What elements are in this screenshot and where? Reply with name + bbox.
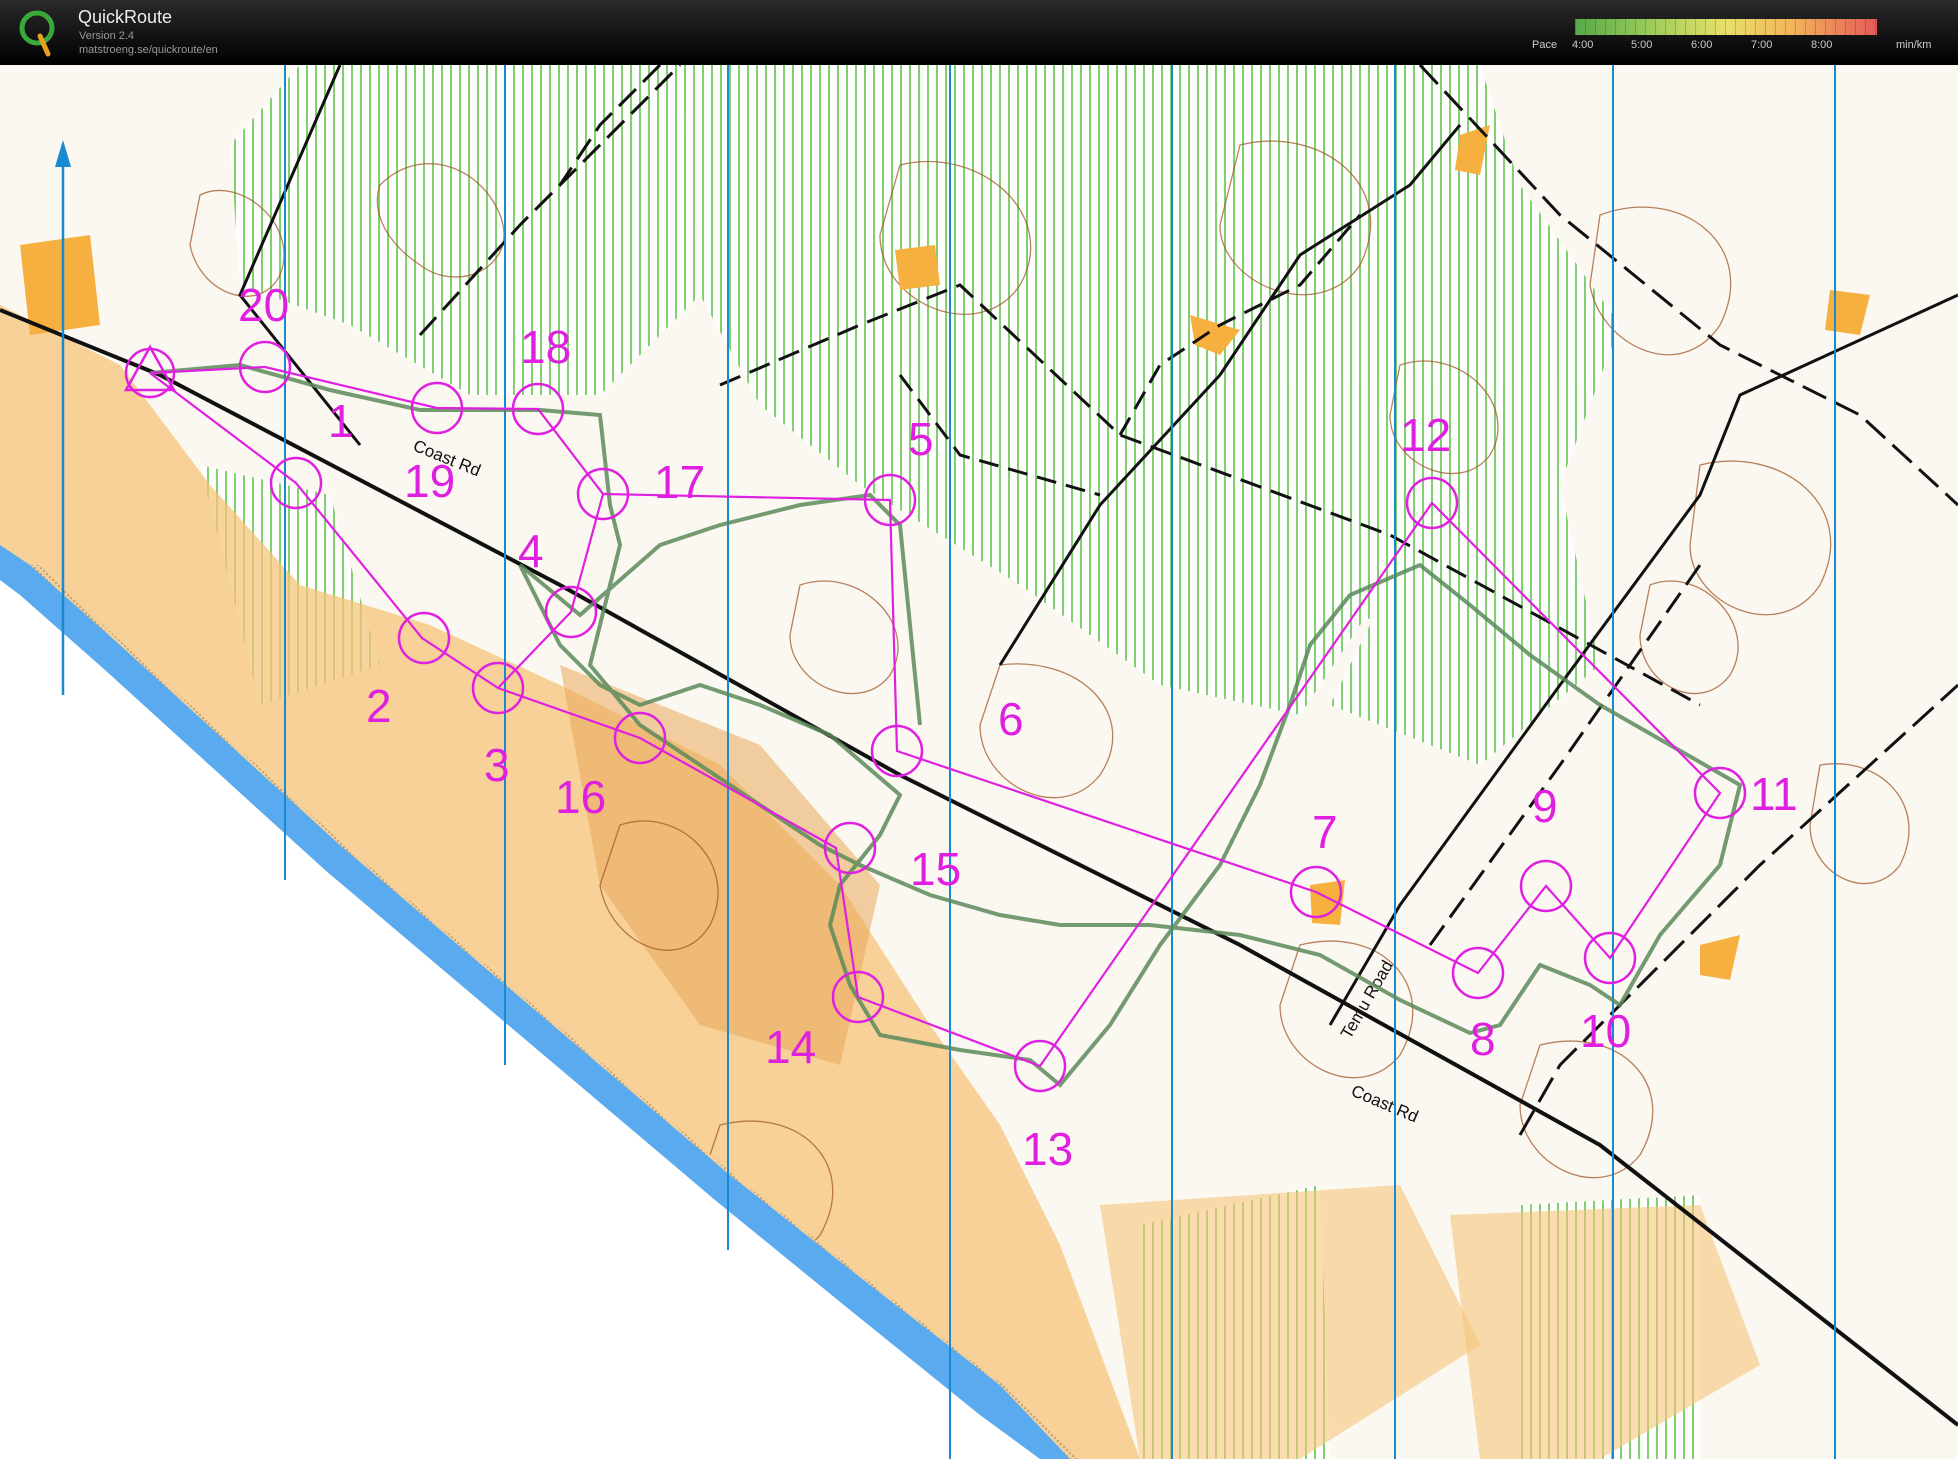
control-number: 15 xyxy=(910,843,961,895)
control-number: 20 xyxy=(238,279,289,331)
control-number: 3 xyxy=(484,739,510,791)
pace-tick: 7:00 xyxy=(1751,39,1773,51)
app-title: QuickRoute xyxy=(78,7,173,27)
control-number: 19 xyxy=(404,455,455,507)
pace-tick: 5:00 xyxy=(1631,39,1653,51)
pace-tick: 4:00 xyxy=(1572,39,1594,51)
pace-label: Pace xyxy=(1532,39,1558,51)
pace-tick: 6:00 xyxy=(1691,39,1713,51)
control-number: 5 xyxy=(908,413,934,465)
control-number: 9 xyxy=(1532,780,1558,832)
control-number: 4 xyxy=(518,525,544,577)
control-number: 1 xyxy=(328,395,354,447)
control-number: 16 xyxy=(555,771,606,823)
control-number: 10 xyxy=(1580,1005,1631,1057)
control-number: 8 xyxy=(1470,1013,1496,1065)
app-version: Version 2.4 xyxy=(79,30,135,42)
control-number: 18 xyxy=(520,321,571,373)
control-number: 14 xyxy=(765,1021,816,1073)
pace-color-scale xyxy=(1575,19,1877,35)
title-bar: QuickRoute Version 2.4 matstroeng.se/qui… xyxy=(0,0,1958,65)
control-number: 12 xyxy=(1400,409,1451,461)
control-number: 2 xyxy=(366,680,392,732)
orienteering-map[interactable]: Coast Rd Temu Road Coast Rd 1 2 3 4 5 6 … xyxy=(0,65,1958,1459)
control-number: 11 xyxy=(1750,768,1798,820)
control-number: 17 xyxy=(654,456,705,508)
control-number: 6 xyxy=(998,693,1024,745)
app-url: matstroeng.se/quickroute/en xyxy=(79,44,218,56)
pace-tick: 8:00 xyxy=(1811,39,1833,51)
control-number: 13 xyxy=(1022,1123,1073,1175)
quickroute-logo-icon xyxy=(19,10,55,57)
pace-unit: min/km xyxy=(1896,39,1932,51)
control-number: 7 xyxy=(1312,806,1338,858)
